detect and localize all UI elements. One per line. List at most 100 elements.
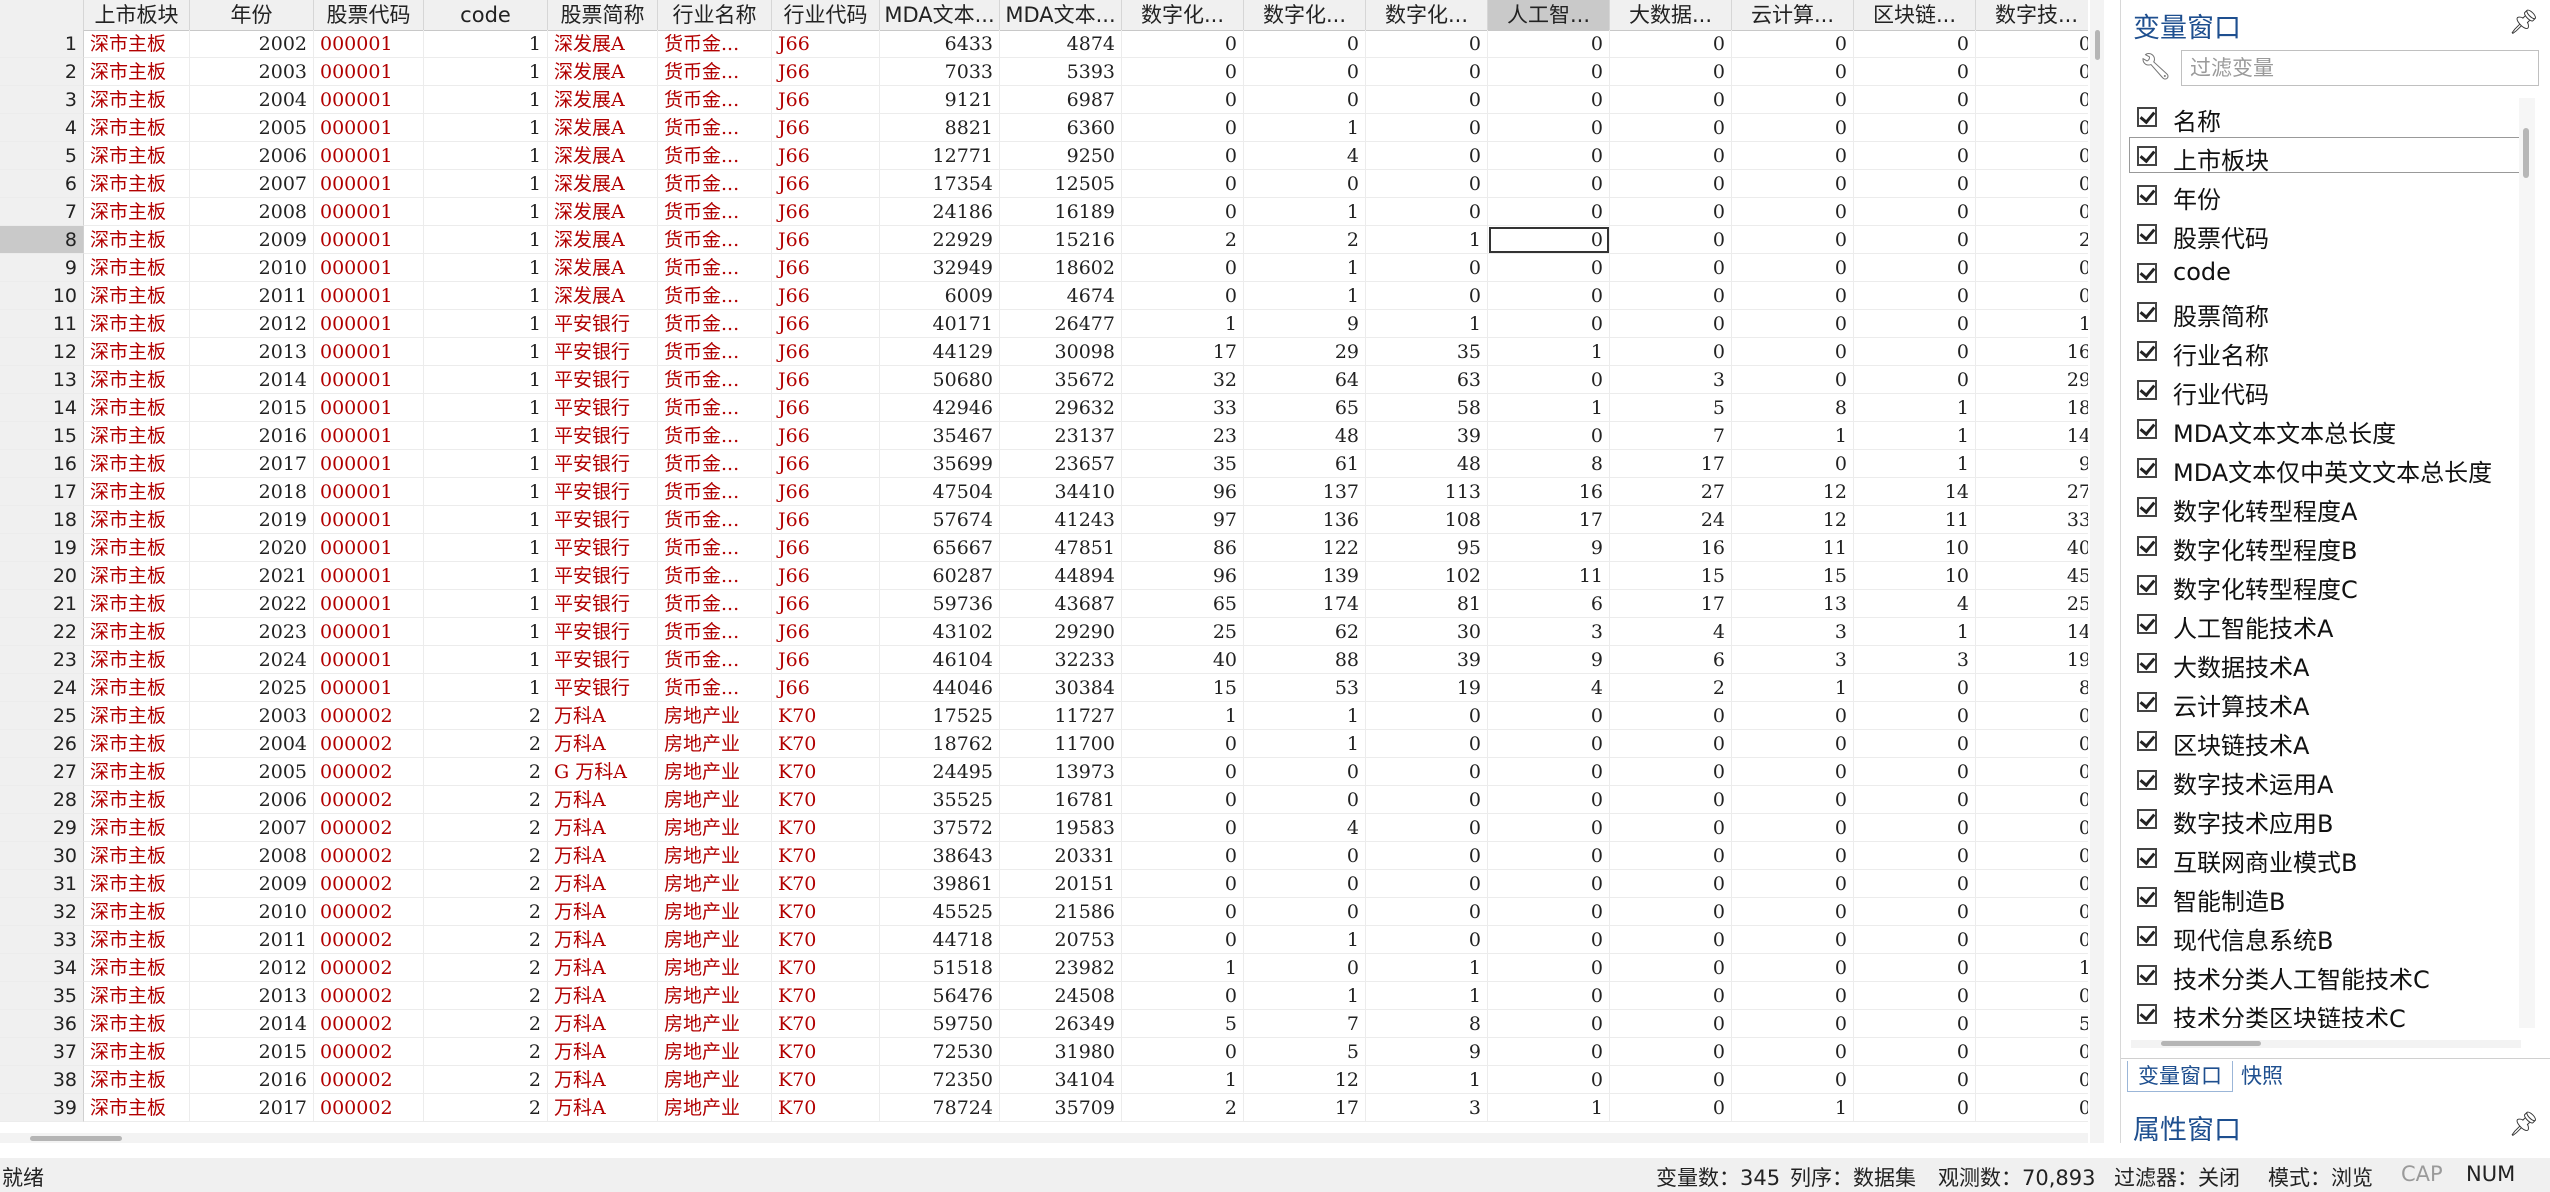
cell-bd[interactable]: 0 bbox=[1610, 1066, 1732, 1094]
checkbox-icon[interactable] bbox=[2137, 458, 2157, 478]
cell-indcode[interactable]: K70 bbox=[772, 814, 880, 842]
cell-dC[interactable]: 0 bbox=[1366, 282, 1488, 310]
cell-mda1[interactable]: 60287 bbox=[880, 562, 1000, 590]
cell-dA[interactable]: 65 bbox=[1122, 590, 1244, 618]
cell-bc[interactable]: 3 bbox=[1854, 646, 1976, 674]
cell-cc[interactable]: 0 bbox=[1732, 198, 1854, 226]
cell-mda1[interactable]: 40171 bbox=[880, 310, 1000, 338]
cell-year[interactable]: 2005 bbox=[190, 758, 314, 786]
cell-ind[interactable]: 房地产业 bbox=[658, 842, 772, 870]
cell-code[interactable]: 1 bbox=[424, 58, 548, 86]
cell-bd[interactable]: 24 bbox=[1610, 506, 1732, 534]
scroll-thumb[interactable] bbox=[30, 1136, 122, 1141]
row-number[interactable]: 1 bbox=[0, 30, 84, 58]
cell-dC[interactable]: 30 bbox=[1366, 618, 1488, 646]
cell-dB[interactable]: 0 bbox=[1244, 30, 1366, 58]
cell-bc[interactable]: 0 bbox=[1854, 1010, 1976, 1038]
cell-code[interactable]: 1 bbox=[424, 478, 548, 506]
cell-name[interactable]: 平安银行 bbox=[548, 506, 658, 534]
cell-dC[interactable]: 1 bbox=[1366, 310, 1488, 338]
cell-dA[interactable]: 32 bbox=[1122, 366, 1244, 394]
pin-icon[interactable]: 📌︎ bbox=[2509, 1110, 2539, 1138]
cell-bd[interactable]: 0 bbox=[1610, 254, 1732, 282]
cell-board[interactable]: 深市主板 bbox=[84, 86, 190, 114]
cell-indcode[interactable]: J66 bbox=[772, 450, 880, 478]
cell-bc[interactable]: 0 bbox=[1854, 898, 1976, 926]
cell-mda2[interactable]: 34104 bbox=[1000, 1066, 1122, 1094]
cell-ai[interactable]: 1 bbox=[1488, 1094, 1610, 1122]
cell-code[interactable]: 1 bbox=[424, 338, 548, 366]
cell-indcode[interactable]: J66 bbox=[772, 618, 880, 646]
cell-board[interactable]: 深市主板 bbox=[84, 310, 190, 338]
cell-mda2[interactable]: 30098 bbox=[1000, 338, 1122, 366]
cell-bd[interactable]: 0 bbox=[1610, 142, 1732, 170]
column-header-bd[interactable]: 大数据... bbox=[1610, 0, 1732, 30]
cell-dC[interactable]: 63 bbox=[1366, 366, 1488, 394]
cell-code_str[interactable]: 000001 bbox=[314, 618, 424, 646]
scroll-thumb[interactable] bbox=[2095, 30, 2100, 60]
cell-year[interactable]: 2010 bbox=[190, 254, 314, 282]
checkbox-icon[interactable] bbox=[2137, 887, 2157, 907]
cell-name[interactable]: 深发展A bbox=[548, 58, 658, 86]
cell-year[interactable]: 2005 bbox=[190, 114, 314, 142]
row-number[interactable]: 26 bbox=[0, 730, 84, 758]
variable-item[interactable]: MDA文本文本总长度 bbox=[2129, 410, 2529, 448]
cell-dB[interactable]: 53 bbox=[1244, 674, 1366, 702]
cell-dt[interactable]: 0 bbox=[1976, 898, 2088, 926]
cell-bd[interactable]: 0 bbox=[1610, 338, 1732, 366]
cell-dt[interactable]: 0 bbox=[1976, 58, 2088, 86]
cell-ai[interactable]: 0 bbox=[1488, 170, 1610, 198]
cell-dC[interactable]: 39 bbox=[1366, 422, 1488, 450]
table-row[interactable]: 13 深市主板 2014 000001 1 平安银行 货币金... J66 50680 35672… bbox=[0, 366, 2088, 394]
row-number[interactable]: 22 bbox=[0, 618, 84, 646]
cell-code_str[interactable]: 000001 bbox=[314, 478, 424, 506]
cell-bc[interactable]: 0 bbox=[1854, 254, 1976, 282]
cell-year[interactable]: 2025 bbox=[190, 674, 314, 702]
cell-dB[interactable]: 1 bbox=[1244, 198, 1366, 226]
cell-mda1[interactable]: 51518 bbox=[880, 954, 1000, 982]
cell-dA[interactable]: 40 bbox=[1122, 646, 1244, 674]
cell-ind[interactable]: 房地产业 bbox=[658, 1038, 772, 1066]
table-row[interactable]: 36 深市主板 2014 000002 2 万科A 房地产业 K70 59750 26349 5 7 8… bbox=[0, 1010, 2088, 1038]
cell-bc[interactable]: 1 bbox=[1854, 422, 1976, 450]
cell-dA[interactable]: 0 bbox=[1122, 254, 1244, 282]
cell-indcode[interactable]: K70 bbox=[772, 870, 880, 898]
cell-mda1[interactable]: 37572 bbox=[880, 814, 1000, 842]
cell-mda1[interactable]: 44129 bbox=[880, 338, 1000, 366]
cell-bc[interactable]: 0 bbox=[1854, 730, 1976, 758]
variable-item[interactable]: 上市板块 bbox=[2129, 137, 2529, 175]
cell-indcode[interactable]: J66 bbox=[772, 534, 880, 562]
cell-indcode[interactable]: J66 bbox=[772, 646, 880, 674]
cell-code_str[interactable]: 000002 bbox=[314, 730, 424, 758]
cell-dA[interactable]: 5 bbox=[1122, 1010, 1244, 1038]
table-row[interactable]: 38 深市主板 2016 000002 2 万科A 房地产业 K70 72350 34104 1 12… bbox=[0, 1066, 2088, 1094]
cell-board[interactable]: 深市主板 bbox=[84, 898, 190, 926]
cell-year[interactable]: 2016 bbox=[190, 1066, 314, 1094]
cell-code_str[interactable]: 000002 bbox=[314, 702, 424, 730]
cell-bd[interactable]: 0 bbox=[1610, 1010, 1732, 1038]
cell-board[interactable]: 深市主板 bbox=[84, 982, 190, 1010]
cell-dA[interactable]: 0 bbox=[1122, 814, 1244, 842]
table-row[interactable]: 31 深市主板 2009 000002 2 万科A 房地产业 K70 39861 20151 0 0 0… bbox=[0, 870, 2088, 898]
cell-ai[interactable]: 0 bbox=[1488, 1066, 1610, 1094]
cell-indcode[interactable]: J66 bbox=[772, 506, 880, 534]
cell-bc[interactable]: 11 bbox=[1854, 506, 1976, 534]
cell-ind[interactable]: 货币金... bbox=[658, 310, 772, 338]
cell-mda2[interactable]: 35672 bbox=[1000, 366, 1122, 394]
cell-dC[interactable]: 3 bbox=[1366, 1094, 1488, 1122]
cell-ind[interactable]: 房地产业 bbox=[658, 982, 772, 1010]
cell-name[interactable]: 平安银行 bbox=[548, 618, 658, 646]
cell-indcode[interactable]: K70 bbox=[772, 1038, 880, 1066]
cell-code_str[interactable]: 000002 bbox=[314, 870, 424, 898]
table-row[interactable]: 35 深市主板 2013 000002 2 万科A 房地产业 K70 56476 24508 0 1 1… bbox=[0, 982, 2088, 1010]
table-row[interactable]: 1 深市主板 2002 000001 1 深发展A 货币金... J66 6433 4874 0 0 0… bbox=[0, 30, 2088, 58]
cell-bc[interactable]: 0 bbox=[1854, 674, 1976, 702]
cell-board[interactable]: 深市主板 bbox=[84, 422, 190, 450]
checkbox-icon[interactable] bbox=[2137, 302, 2157, 322]
cell-name[interactable]: 万科A bbox=[548, 1010, 658, 1038]
cell-ai[interactable]: 0 bbox=[1488, 1038, 1610, 1066]
cell-bc[interactable]: 0 bbox=[1854, 926, 1976, 954]
cell-dA[interactable]: 0 bbox=[1122, 898, 1244, 926]
cell-ai[interactable]: 0 bbox=[1488, 198, 1610, 226]
cell-code[interactable]: 2 bbox=[424, 842, 548, 870]
